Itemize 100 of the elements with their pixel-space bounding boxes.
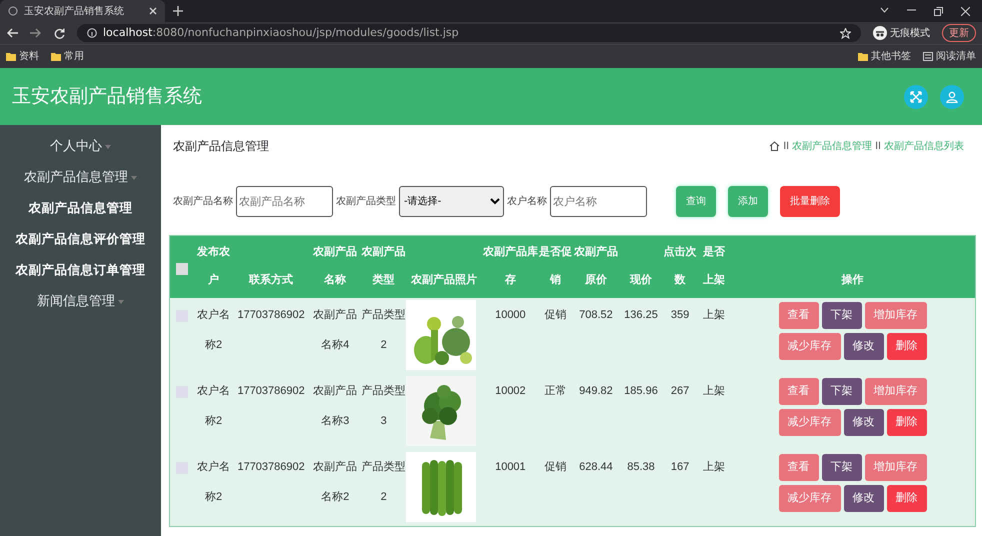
table-cell: 359 — [662, 298, 698, 374]
search-field[interactable]: 农户名称 — [550, 186, 647, 217]
breadcrumb-separator: II — [783, 140, 790, 154]
update-button[interactable]: 更新 — [942, 24, 976, 42]
column-header: 农副产品原价 — [572, 236, 620, 298]
table-cell: 628.44 — [572, 450, 620, 526]
back-icon[interactable] — [6, 28, 18, 38]
fullscreen-button[interactable] — [904, 84, 928, 108]
table-cell: 949.82 — [572, 374, 620, 450]
action-button[interactable]: 下架 — [822, 454, 862, 481]
table-cell: 农副产品名称4 — [308, 298, 362, 374]
folder-icon — [858, 52, 868, 61]
table-cell: 708.52 — [572, 298, 620, 374]
column-header: 农副产品照片 — [406, 236, 482, 298]
address-bar[interactable]: localhost:8080/nonfuchanpinxiaoshou/jsp/modules/goods/list.jsp — [77, 24, 861, 42]
chevron-icon[interactable] — [880, 7, 889, 13]
sidebar-item[interactable]: 农副产品信息评价管理 — [10, 224, 152, 255]
restore-icon[interactable] — [934, 7, 943, 16]
table-cell: 促销 — [538, 450, 572, 526]
column-header: 是否促销 — [538, 236, 572, 298]
incognito-label: 无痕模式 — [890, 26, 930, 40]
table-cell: 农户名称2 — [194, 374, 234, 450]
table-cell: 产品类型3 — [362, 374, 406, 450]
table-cell: 267 — [662, 374, 698, 450]
column-header: 操作 — [730, 236, 976, 298]
reload-icon[interactable] — [54, 28, 65, 38]
table-cell: 85.38 — [620, 450, 662, 526]
filter-label: 农副产品类型 — [336, 194, 396, 209]
table-cell: 促销 — [538, 298, 572, 374]
bookmark[interactable]: 资料 — [6, 49, 39, 64]
sidebar-item[interactable]: 个人中心 — [44, 131, 117, 162]
info-icon — [87, 28, 97, 38]
bookmark[interactable]: 阅读清单 — [923, 49, 976, 64]
caret-icon — [105, 144, 111, 148]
star-icon[interactable] — [840, 28, 851, 38]
app-title: 玉安农副产品销售系统 — [12, 85, 202, 108]
type-select[interactable]: -请选择- — [399, 186, 504, 217]
table-cell: 产品类型2 — [362, 450, 406, 526]
incognito-icon — [873, 26, 887, 40]
action-button[interactable]: 修改 — [844, 485, 884, 512]
table-cell: 10000 — [482, 298, 539, 374]
forward-icon[interactable] — [30, 28, 42, 38]
search-field[interactable]: 农副产品名称 — [236, 186, 333, 217]
browser-tab[interactable]: 玉安农副产品销售系统 — [0, 0, 165, 22]
sidebar-item[interactable]: 新闻信息管理 — [31, 286, 130, 317]
filter-label: 农户名称 — [507, 194, 547, 209]
expand-icon — [910, 90, 922, 102]
table-cell: 17703786902 — [234, 374, 309, 450]
column-header: 点击次数 — [662, 236, 698, 298]
action-button[interactable]: 修改 — [844, 333, 884, 360]
sidebar-item[interactable]: 农副产品信息管理 — [18, 162, 143, 193]
column-header: 现价 — [620, 236, 662, 298]
table-cell: 上架 — [698, 298, 730, 374]
home-icon[interactable] — [769, 141, 780, 151]
table-cell: 167 — [662, 450, 698, 526]
table-cell: 上架 — [698, 450, 730, 526]
table-cell: 产品类型2 — [362, 298, 406, 374]
table-cell: 农副产品名称3 — [308, 374, 362, 450]
table-cell: 17703786902 — [234, 450, 309, 526]
list-icon — [923, 52, 933, 61]
minimize-icon[interactable] — [907, 7, 916, 13]
folder-icon — [6, 52, 16, 61]
action-button[interactable]: 删除 — [886, 485, 927, 512]
sidebar-item[interactable]: 农副产品信息管理 — [22, 193, 138, 224]
column-header: 是否上架 — [698, 236, 730, 298]
new-tab-icon[interactable] — [173, 6, 183, 16]
close-icon[interactable] — [961, 7, 970, 16]
bookmark[interactable]: 常用 — [51, 49, 84, 64]
table-cell: 上架 — [698, 374, 730, 450]
sidebar-item[interactable]: 农副产品信息订单管理 — [10, 255, 152, 286]
breadcrumb-separator: II — [875, 140, 881, 154]
column-header: 农副产品库存 — [482, 236, 539, 298]
table-cell: 农户名称2 — [194, 450, 234, 526]
table-cell: 17703786902 — [234, 298, 309, 374]
action-button[interactable]: 删除 — [886, 333, 927, 360]
column-header: 联系方式 — [234, 236, 309, 298]
column-header: 农副产品名称 — [308, 236, 362, 298]
user-icon — [946, 90, 958, 102]
close-icon[interactable] — [149, 7, 157, 15]
table-cell: 10001 — [482, 450, 539, 526]
table-cell: 136.25 — [620, 298, 662, 374]
folder-icon — [51, 52, 61, 61]
filter-label: 农副产品名称 — [173, 194, 233, 209]
table-cell: 农户名称2 — [194, 298, 234, 374]
table-cell: 10002 — [482, 374, 539, 450]
action-button[interactable]: 删除 — [886, 409, 927, 436]
table-cell: 农副产品名称2 — [308, 450, 362, 526]
url-text: localhost:8080/nonfuchanpinxiaoshou/jsp/modules/goods/list.jsp — [103, 24, 460, 41]
action-button[interactable]: 下架 — [822, 302, 862, 329]
bookmark[interactable]: 其他书签 — [858, 49, 911, 64]
select-all-checkbox[interactable] — [176, 263, 188, 275]
tab-title: 玉安农副产品销售系统 — [24, 4, 125, 18]
user-button[interactable] — [940, 84, 964, 108]
action-button[interactable]: 下架 — [822, 378, 862, 405]
table-cell: 正常 — [538, 374, 572, 450]
page-title: 农副产品信息管理 — [173, 138, 269, 155]
action-button[interactable]: 批量删除 — [780, 186, 840, 217]
action-button[interactable]: 修改 — [844, 409, 884, 436]
caret-icon — [131, 176, 137, 180]
table-cell: 185.96 — [620, 374, 662, 450]
